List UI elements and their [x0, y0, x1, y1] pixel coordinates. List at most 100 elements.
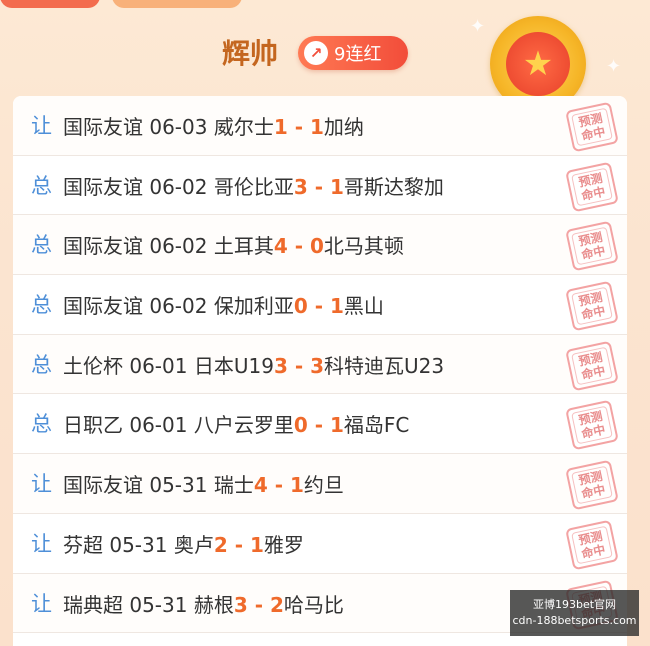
score-separator: -	[287, 115, 310, 139]
away-score: 1	[310, 115, 324, 139]
streak-label: 9连红	[334, 44, 382, 65]
score-separator: -	[247, 592, 270, 617]
stamp-text: 预测	[577, 468, 604, 488]
away-score: 1	[290, 473, 304, 498]
score-separator: -	[267, 473, 290, 498]
home-team: 日本U19	[193, 353, 274, 378]
score-separator: -	[227, 532, 250, 557]
home-score: 2	[213, 532, 228, 557]
watermark: 亚博193bet官网 cdn-188betsports.com	[510, 590, 639, 636]
streak-badge: ↗ 9连红	[298, 36, 408, 70]
top-tab-middle[interactable]	[112, 0, 242, 8]
home-team: 瑞士	[213, 473, 254, 498]
list-item[interactable]: 总国际友谊 06-02 哥伦比亚3 - 1哥斯达黎加 预测 命中	[13, 156, 627, 216]
home-score: 4	[253, 473, 268, 498]
home-score: 1	[273, 115, 288, 139]
prediction-hit-stamp: 预测命中	[565, 519, 619, 571]
away-score: 0	[310, 234, 324, 259]
bet-type-label: 总	[31, 352, 52, 377]
away-score: 1	[330, 174, 344, 199]
arrow-up-icon: ↗	[304, 41, 328, 65]
expert-header: 辉帅 ↗ 9连红 ★ ✦ ✦	[0, 16, 650, 112]
league-name: 国际友谊	[63, 174, 143, 199]
stamp-text: 命中	[580, 243, 607, 263]
away-team: 哥斯达黎加	[343, 174, 444, 199]
home-score: 3	[233, 592, 248, 617]
stamp-text: 命中	[580, 482, 607, 502]
match-info: 国际友谊 06-03 威尔士1 - 1加纳	[63, 111, 364, 140]
bet-type-label: 让	[31, 531, 52, 556]
top-strip	[0, 0, 650, 14]
match-info: 国际友谊 05-31 瑞士4 - 1约旦	[63, 469, 344, 498]
away-score: 1	[330, 413, 344, 438]
bet-type-label: 总	[31, 173, 52, 198]
bet-type-label: 让	[31, 472, 52, 497]
league-name: 国际友谊	[63, 234, 143, 259]
home-score: 0	[293, 294, 308, 319]
home-team: 土耳其	[213, 234, 274, 259]
away-team: 加纳	[323, 115, 364, 139]
stamp-text: 命中	[580, 124, 607, 144]
home-score: 3	[293, 174, 308, 199]
score-separator: -	[307, 294, 330, 319]
match-info: 国际友谊 06-02 保加利亚0 - 1黑山	[63, 290, 384, 319]
list-item[interactable]: 总国际友谊 06-02 土耳其4 - 0北马其顿 预测 命中	[13, 215, 627, 276]
match-date: 06-02	[149, 234, 208, 259]
stamp-text: 预测	[577, 528, 604, 548]
stamp-text: 预测	[577, 170, 604, 190]
list-item[interactable]: 总国际友谊 06-02 保加利亚0 - 1黑山 预测 命中	[13, 275, 627, 335]
league-name: 芬超	[63, 532, 103, 557]
sparkle-icon: ✦	[606, 56, 622, 77]
list-item[interactable]: 让芬超 05-31 奥卢2 - 1雅罗 预测 命中	[13, 514, 627, 574]
match-date: 05-31	[149, 473, 208, 498]
prediction-list: 让国际友谊 06-03 威尔士1 - 1加纳 预测 命中总国际友谊 06-02 哥伦…	[13, 96, 627, 646]
away-score: 1	[330, 294, 344, 319]
stamp-text: 预测	[577, 349, 604, 369]
stamp-text: 命中	[580, 184, 607, 203]
match-date: 06-02	[149, 174, 208, 199]
list-item[interactable]: 让国际友谊 05-31 瑞士4 - 1约旦 预测 命中	[13, 454, 627, 514]
league-name: 国际友谊	[63, 115, 143, 139]
home-score: 0	[293, 413, 308, 438]
score-separator: -	[287, 234, 310, 259]
match-date: 06-01	[129, 413, 188, 438]
prediction-hit-stamp: 预测命中	[565, 400, 619, 451]
home-score: 4	[273, 234, 288, 259]
home-team: 威尔士	[213, 115, 274, 139]
stamp-text: 命中	[580, 422, 607, 442]
stamp-text: 命中	[580, 542, 607, 562]
score-separator: -	[307, 174, 330, 199]
match-info: 瑞典超 05-31 赫根3 - 2哈马比	[63, 589, 344, 618]
stamp-text: 命中	[580, 363, 607, 382]
score-separator: -	[287, 353, 311, 378]
home-team: 保加利亚	[213, 294, 294, 319]
list-item[interactable]: 总日职乙 06-01 八户云罗里0 - 1福岛FC 预测 命中	[13, 394, 627, 455]
bet-type-label: 让	[31, 114, 52, 138]
away-team: 福岛FC	[343, 413, 410, 438]
home-score: 3	[273, 353, 288, 378]
stamp-text: 预测	[577, 409, 604, 428]
match-date: 05-31	[129, 592, 188, 617]
league-name: 国际友谊	[63, 294, 143, 319]
league-name: 国际友谊	[63, 473, 143, 498]
league-name: 瑞典超	[63, 592, 123, 617]
home-team: 哥伦比亚	[213, 174, 294, 199]
list-item[interactable]: 让国际友谊 06-03 威尔士1 - 1加纳 预测 命中	[13, 96, 627, 156]
bet-type-label: 让	[31, 591, 52, 616]
bet-type-label: 总	[31, 412, 52, 437]
prediction-hit-stamp: 预测命中	[565, 340, 619, 392]
home-team: 奥卢	[173, 532, 214, 557]
league-name: 日职乙	[63, 413, 123, 438]
top-tab-left[interactable]	[0, 0, 100, 8]
match-date: 06-01	[129, 353, 188, 378]
away-team: 科特迪瓦U23	[324, 353, 445, 378]
match-date: 05-31	[109, 532, 168, 557]
prediction-hit-stamp: 预测命中	[565, 101, 619, 153]
home-team: 八户云罗里	[193, 413, 294, 438]
sparkle-icon: ✦	[470, 16, 486, 37]
away-team: 雅罗	[263, 532, 304, 557]
prediction-hit-stamp: 预测命中	[565, 161, 619, 213]
away-team: 约旦	[303, 473, 344, 498]
stamp-text: 预测	[577, 289, 604, 309]
list-item[interactable]: 总土伦杯 06-01 日本U193 - 3科特迪瓦U23 预测 命中	[13, 334, 627, 395]
